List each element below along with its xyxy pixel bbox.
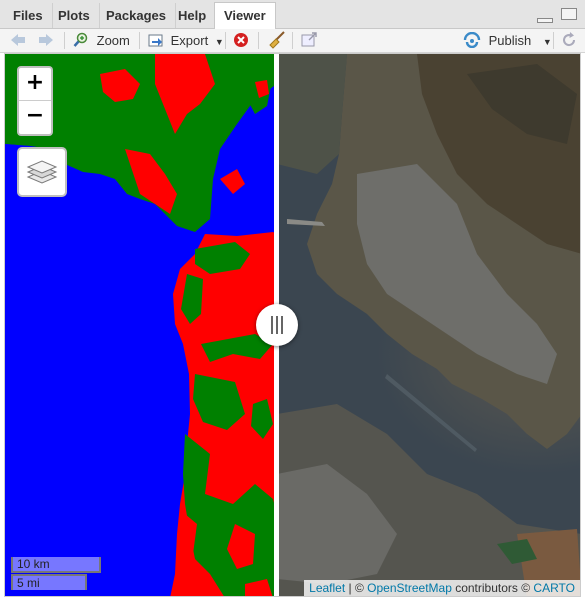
- maximize-pane-icon[interactable]: [561, 8, 577, 20]
- export-label: Export: [170, 33, 209, 48]
- refresh-icon[interactable]: [561, 32, 577, 48]
- toolbar-separator: [64, 32, 65, 49]
- zoom-label: Zoom: [96, 33, 130, 48]
- attribution-separator: | ©: [345, 581, 368, 595]
- zoom-button[interactable]: Zoom: [73, 30, 130, 51]
- publish-label: Publish: [488, 33, 532, 48]
- chevron-down-icon: ▼: [214, 37, 224, 47]
- publish-button[interactable]: Publish ▼: [463, 30, 552, 51]
- tab-files[interactable]: Files: [4, 3, 53, 28]
- tab-plots[interactable]: Plots: [49, 3, 100, 28]
- zoom-control: + −: [17, 66, 53, 136]
- toolbar-separator: [553, 32, 554, 49]
- attribution-contributors-text: contributors ©: [451, 581, 534, 595]
- grip-line-icon: [281, 316, 283, 334]
- popout-icon[interactable]: [301, 32, 319, 48]
- scale-mi-label: 5 mi: [17, 576, 40, 590]
- toolbar-separator: [292, 32, 293, 49]
- remove-plot-icon[interactable]: [233, 32, 249, 48]
- toolbar-separator: [139, 32, 140, 49]
- export-button[interactable]: Export ▼: [148, 30, 224, 51]
- satellite-basemap-layer: [277, 54, 580, 596]
- export-icon: [148, 34, 163, 47]
- grip-line-icon: [276, 316, 278, 334]
- minimize-pane-icon[interactable]: [537, 18, 554, 23]
- forward-arrow-icon[interactable]: [38, 33, 54, 47]
- scale-bar-mi: 5 mi: [11, 574, 87, 590]
- leaflet-link[interactable]: Leaflet: [309, 581, 345, 595]
- broom-icon[interactable]: [268, 31, 286, 49]
- leaflet-map[interactable]: + − 10 km 5 mi Leaflet | © OpenStreetMap…: [4, 53, 581, 597]
- window-controls: [533, 8, 577, 23]
- layers-control-button[interactable]: [17, 147, 67, 197]
- scale-km-label: 10 km: [17, 557, 50, 571]
- publish-icon: [463, 31, 481, 49]
- pane-tab-bar: Files Plots Packages Help Viewer: [0, 0, 585, 30]
- tab-packages[interactable]: Packages: [97, 3, 176, 28]
- swipe-handle[interactable]: [256, 304, 298, 346]
- tab-help[interactable]: Help: [169, 3, 217, 28]
- zoom-out-button[interactable]: −: [19, 101, 51, 133]
- grip-line-icon: [271, 316, 273, 334]
- magnifier-icon: [73, 32, 88, 47]
- chevron-down-icon: ▼: [542, 37, 552, 47]
- toolbar-separator: [225, 32, 226, 49]
- carto-link[interactable]: CARTO: [533, 581, 575, 595]
- back-arrow-icon[interactable]: [10, 33, 26, 47]
- toolbar-separator: [258, 32, 259, 49]
- satellite-image: [277, 54, 580, 596]
- map-attribution: Leaflet | © OpenStreetMap contributors ©…: [304, 580, 580, 596]
- layers-icon: [26, 160, 58, 184]
- scale-bar-km: 10 km: [11, 557, 101, 573]
- viewer-toolbar: Zoom Export ▼ Publish ▼: [0, 29, 585, 53]
- tab-viewer[interactable]: Viewer: [214, 2, 276, 30]
- openstreetmap-link[interactable]: OpenStreetMap: [367, 581, 452, 595]
- viewer-pane: Files Plots Packages Help Viewer Zoom Ex…: [0, 0, 585, 601]
- zoom-in-button[interactable]: +: [19, 68, 51, 101]
